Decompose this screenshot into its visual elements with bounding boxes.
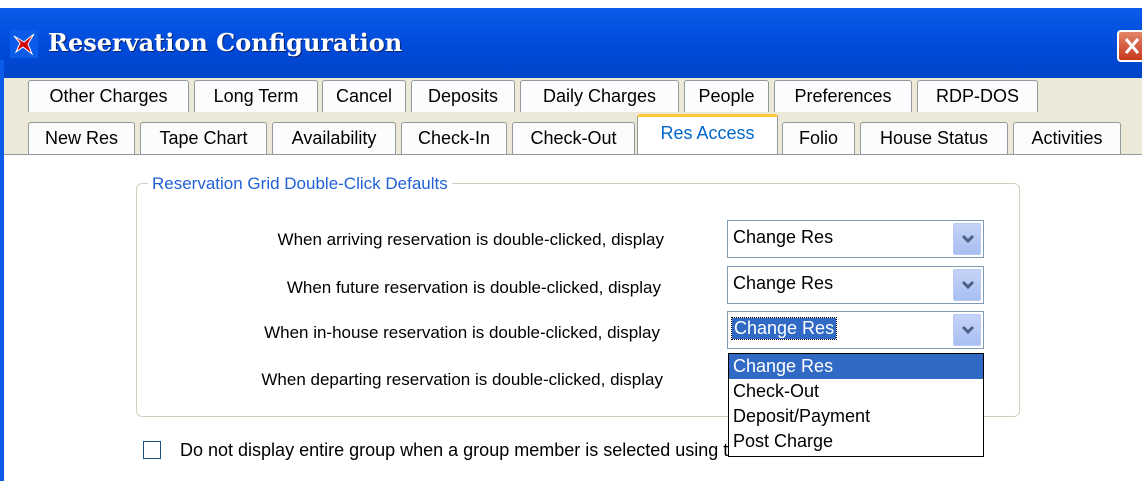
close-icon xyxy=(1124,38,1140,54)
future-dropdown-button[interactable] xyxy=(953,269,981,301)
tab-preferences[interactable]: Preferences xyxy=(774,80,912,112)
in-house-dropdown-button[interactable] xyxy=(953,314,981,346)
chevron-down-icon xyxy=(961,280,975,290)
tab-availability[interactable]: Availability xyxy=(272,122,396,154)
dropdown-option[interactable]: Deposit/Payment xyxy=(729,404,983,429)
future-label: When future reservation is double-clicke… xyxy=(286,278,661,297)
tab-check-in[interactable]: Check-In xyxy=(401,122,507,154)
future-select[interactable]: Change Res xyxy=(727,266,984,304)
reservation-configuration-window: Reservation Configuration Other Charges … xyxy=(0,0,1142,481)
arriving-select-value: Change Res xyxy=(733,227,834,247)
tab-new-res[interactable]: New Res xyxy=(28,122,135,154)
chevron-down-icon xyxy=(961,234,975,244)
title-bar[interactable]: Reservation Configuration xyxy=(0,8,1142,78)
group-display-checkbox[interactable] xyxy=(143,441,161,459)
tab-cancel[interactable]: Cancel xyxy=(322,80,406,112)
tab-activities[interactable]: Activities xyxy=(1013,122,1121,154)
tab-res-access[interactable]: Res Access xyxy=(637,114,778,154)
tab-other-charges[interactable]: Other Charges xyxy=(28,80,189,112)
tab-house-status[interactable]: House Status xyxy=(860,122,1008,154)
tab-deposits[interactable]: Deposits xyxy=(411,80,515,112)
arriving-label: When arriving reservation is double-clic… xyxy=(277,230,664,249)
tab-tape-chart[interactable]: Tape Chart xyxy=(140,122,267,154)
tab-folio[interactable]: Folio xyxy=(782,122,855,154)
departing-label: When departing reservation is double-cli… xyxy=(261,370,663,389)
group-title: Reservation Grid Double-Click Defaults xyxy=(148,174,452,194)
tab-check-out[interactable]: Check-Out xyxy=(512,122,635,154)
future-select-value: Change Res xyxy=(733,273,834,293)
in-house-dropdown-list: Change Res Check-Out Deposit/Payment Pos… xyxy=(728,353,984,457)
window-title: Reservation Configuration xyxy=(48,28,403,57)
tab-rdp-dos[interactable]: RDP-DOS xyxy=(917,80,1038,112)
tab-people[interactable]: People xyxy=(684,80,769,112)
dropdown-option[interactable]: Change Res xyxy=(729,354,983,379)
dropdown-option[interactable]: Check-Out xyxy=(729,379,983,404)
chevron-down-icon xyxy=(961,325,975,335)
arriving-dropdown-button[interactable] xyxy=(953,223,981,255)
in-house-label: When in-house reservation is double-clic… xyxy=(264,323,660,342)
in-house-select[interactable]: Change Res xyxy=(727,311,984,349)
tab-long-term[interactable]: Long Term xyxy=(194,80,318,112)
arriving-select[interactable]: Change Res xyxy=(727,220,984,258)
close-button[interactable] xyxy=(1117,30,1142,62)
in-house-select-value: Change Res xyxy=(730,317,838,340)
bird-logo-icon xyxy=(10,30,38,58)
dropdown-option[interactable]: Post Charge xyxy=(729,429,983,454)
screen-top-strip xyxy=(0,0,1142,8)
tab-daily-charges[interactable]: Daily Charges xyxy=(520,80,679,112)
